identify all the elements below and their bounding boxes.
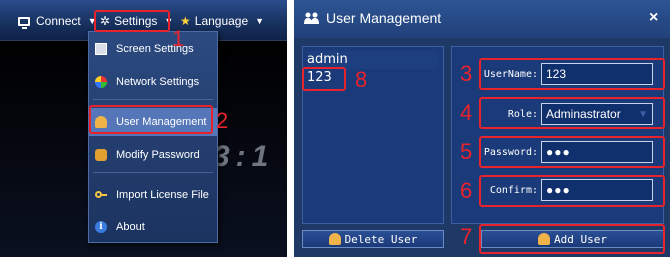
menu-item-label: User Management — [116, 116, 207, 128]
role-label: Role: — [507, 109, 538, 120]
menu-item-network-settings[interactable]: Network Settings — [89, 68, 217, 96]
add-user-button[interactable]: Add User — [481, 230, 664, 248]
menu-item-import-license[interactable]: Import License File — [89, 181, 217, 209]
menu-settings-label: Settings — [114, 14, 158, 28]
settings-dropdown: Screen Settings Network Settings User Ma… — [88, 31, 218, 243]
username-label: UserName: — [483, 69, 538, 80]
list-item[interactable]: 123 — [307, 69, 439, 87]
annotation-number-8: 8 — [355, 67, 368, 92]
delete-user-button[interactable]: Delete User — [302, 230, 444, 248]
user-list[interactable]: admin 123 — [302, 46, 444, 224]
role-value: Adminastrator — [546, 107, 621, 121]
username-value: 123 — [546, 67, 567, 81]
annotation-number-3: 3 — [460, 61, 473, 86]
dialog-titlebar: User Management × — [294, 0, 670, 38]
menu-item-label: About — [116, 221, 145, 233]
menu-item-screen-settings[interactable]: Screen Settings — [89, 35, 217, 63]
annotation-number-1: 1 — [172, 26, 185, 51]
menu-item-label: Network Settings — [116, 76, 200, 88]
menu-item-about[interactable]: i About — [89, 213, 217, 241]
info-icon: i — [95, 221, 107, 233]
password-label: Password: — [483, 147, 538, 158]
annotation-number-6: 6 — [460, 178, 473, 203]
confirm-label: Confirm: — [489, 185, 538, 196]
menu-connect[interactable]: Connect ▼ — [18, 11, 97, 31]
menu-item-label: Import License File — [116, 189, 209, 201]
chevron-down-icon: ▼ — [87, 16, 97, 26]
user-management-dialog: User Management × admin 123 — [294, 0, 670, 257]
main-window: Connect ▼ ✲ Settings ▼ ★ Language ▼ 3:1 … — [0, 0, 287, 257]
dialog-title: User Management — [326, 10, 442, 26]
gear-icon: ✲ — [100, 14, 111, 28]
list-item[interactable]: admin — [307, 51, 439, 69]
menu-language[interactable]: ★ Language ▼ — [180, 11, 264, 31]
annotation-number-2: 2 — [216, 108, 229, 133]
confirm-field[interactable]: ●●● — [541, 179, 653, 201]
key-icon — [95, 189, 107, 201]
annotation-number-5: 5 — [460, 139, 473, 164]
users-icon — [304, 12, 319, 24]
menu-connect-label: Connect — [36, 14, 81, 28]
menu-item-label: Modify Password — [116, 149, 200, 161]
menu-separator — [93, 99, 213, 100]
add-user-label: Add User — [554, 232, 607, 246]
delete-user-label: Delete User — [344, 232, 418, 246]
background-readout: 3:1 — [213, 140, 275, 173]
chevron-down-icon: ▼ — [638, 109, 648, 120]
user-icon — [328, 233, 341, 245]
menu-separator — [93, 172, 213, 173]
username-field[interactable]: 123 — [541, 63, 653, 85]
annotation-number-7: 7 — [460, 224, 473, 249]
chevron-down-icon: ▼ — [255, 16, 265, 26]
confirm-value: ●●● — [546, 183, 571, 197]
monitor-icon — [18, 16, 30, 29]
password-value: ●●● — [546, 145, 571, 159]
annotation-number-4: 4 — [460, 100, 473, 125]
close-button[interactable]: × — [649, 9, 658, 27]
password-field[interactable]: ●●● — [541, 141, 653, 163]
user-lock-icon — [95, 149, 107, 161]
menu-item-modify-password[interactable]: Modify Password — [89, 141, 217, 169]
role-select[interactable]: Adminastrator ▼ — [541, 103, 653, 125]
menu-settings[interactable]: ✲ Settings ▼ — [100, 11, 173, 31]
screen-icon — [95, 43, 107, 55]
user-icon — [538, 233, 550, 245]
network-icon — [95, 76, 107, 88]
menu-language-label: Language — [194, 14, 249, 28]
user-icon — [95, 116, 107, 128]
menu-item-user-management[interactable]: User Management — [89, 108, 217, 136]
